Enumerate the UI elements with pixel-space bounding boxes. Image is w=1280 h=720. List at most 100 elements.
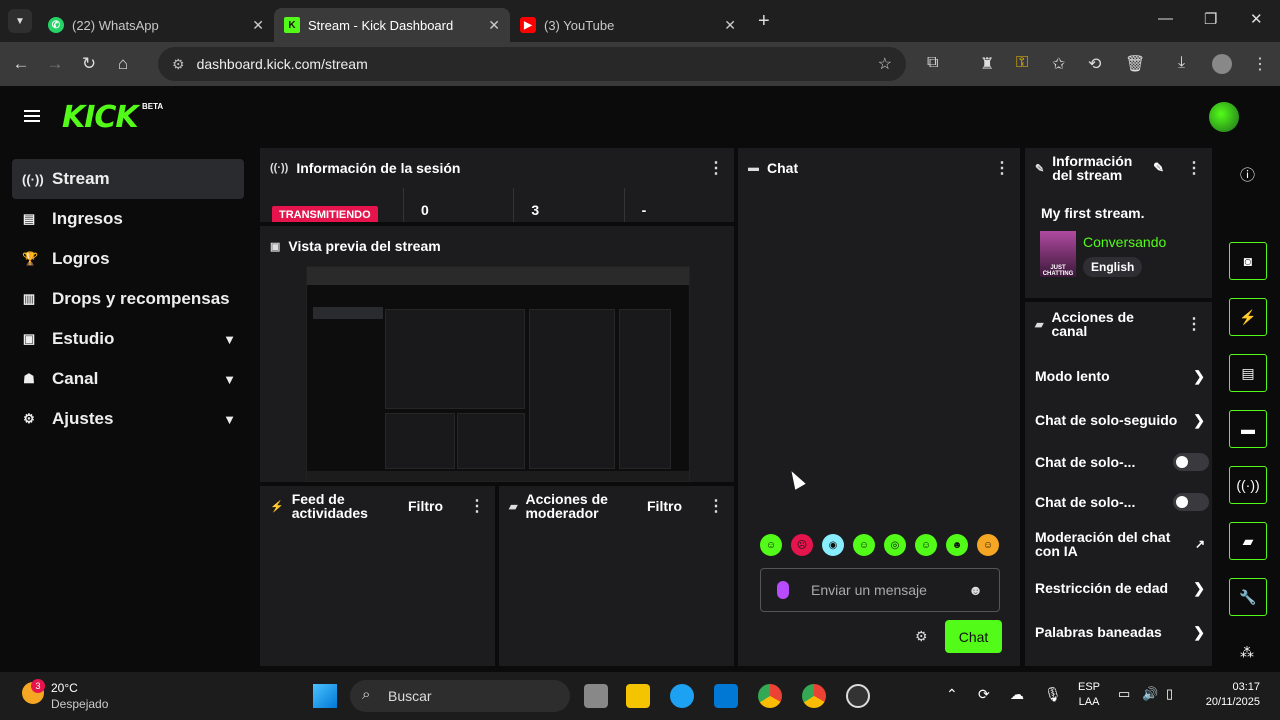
extensions-icon[interactable]: ⧉ (927, 54, 938, 72)
history-icon[interactable]: ⟲ (1088, 54, 1101, 74)
info-icon[interactable]: ⓘ (1240, 164, 1255, 185)
kebab-menu-icon[interactable]: ⋮ (708, 158, 724, 178)
stream-preview-video[interactable] (306, 266, 690, 482)
obs-icon[interactable] (846, 684, 870, 708)
key-icon[interactable]: ⚿ (1016, 54, 1028, 72)
gear-icon: ⚙ (23, 411, 35, 426)
close-icon[interactable]: ✕ (252, 17, 264, 34)
chrome-icon[interactable] (758, 684, 782, 708)
edit-icon[interactable]: ✎ (1153, 160, 1164, 176)
tab-whatsapp[interactable]: ✆ (22) WhatsApp ✕ (38, 8, 274, 42)
sidebar-item-label: Drops y recompensas (52, 289, 230, 308)
site-info-icon[interactable]: ⚙ (172, 56, 185, 73)
home-icon[interactable]: ⌂ (106, 54, 140, 74)
edge-icon[interactable] (670, 684, 694, 708)
tab-search-button[interactable]: ▼ (8, 9, 32, 33)
favorites-icon[interactable]: ✩ (1052, 54, 1065, 74)
sidebar-item-drops[interactable]: ▥ Drops y recompensas (12, 279, 244, 319)
minimize-icon[interactable]: — (1158, 10, 1173, 27)
chat-message-input[interactable]: Enviar un mensaje ☻ (760, 568, 1000, 612)
rail-notes-button[interactable]: ▤ (1229, 354, 1267, 392)
store-icon[interactable] (714, 684, 738, 708)
chrome-profile-icon[interactable] (802, 684, 826, 708)
emote-icon[interactable]: ☻ (946, 534, 968, 556)
emote-icon[interactable]: ☺ (915, 534, 937, 556)
language-indicator[interactable]: ESP LAA (1078, 681, 1100, 708)
bookmark-star-icon[interactable]: ☆ (878, 54, 892, 74)
emoji-icon[interactable]: ☻ (968, 582, 983, 598)
url-field[interactable]: ⚙ dashboard.kick.com/stream ☆ (158, 47, 906, 81)
hamburger-menu-icon[interactable] (24, 110, 40, 122)
reload-icon[interactable]: ↻ (72, 54, 106, 74)
profile-avatar[interactable] (1212, 54, 1232, 74)
filter-button[interactable]: Filtro (647, 498, 682, 514)
kebab-menu-icon[interactable]: ⋮ (708, 496, 724, 516)
sync-icon[interactable]: ⟳ (978, 686, 990, 703)
rail-bolt-button[interactable]: ⚡ (1229, 298, 1267, 336)
action-age-restriction[interactable]: Restricción de edad ❯ (1035, 580, 1205, 597)
toggle-switch[interactable] (1173, 453, 1209, 471)
sidebar-item-estudio[interactable]: ▣ Estudio ▼ (12, 319, 244, 359)
emote-icon[interactable]: ◎ (884, 534, 906, 556)
close-window-icon[interactable]: ✕ (1250, 10, 1263, 28)
action-banned-words[interactable]: Palabras baneadas ❯ (1035, 624, 1205, 641)
sidebar-item-ajustes[interactable]: ⚙ Ajustes ▼ (12, 399, 244, 439)
tray-chevron-icon[interactable]: ⌃ (946, 686, 958, 703)
sidebar-item-canal[interactable]: ☗ Canal ▼ (12, 359, 244, 399)
sidebar-item-logros[interactable]: 🏆 Logros (12, 239, 244, 279)
task-view-icon[interactable] (584, 684, 608, 708)
network-icon[interactable]: ▭ (1118, 686, 1130, 702)
windows-start-icon[interactable] (313, 684, 337, 708)
tab-youtube[interactable]: ▶ (3) YouTube ✕ (510, 8, 746, 42)
action-ai-moderation[interactable]: Moderación del chat con IA ↗ (1035, 530, 1205, 558)
file-explorer-icon[interactable] (626, 684, 650, 708)
new-tab-button[interactable]: + (758, 10, 770, 33)
menu-kebab-icon[interactable]: ⋮ (1252, 54, 1268, 74)
kebab-menu-icon[interactable]: ⋮ (994, 158, 1010, 178)
rail-camera-button[interactable]: ◙ (1229, 242, 1267, 280)
category-name[interactable]: Conversando (1083, 234, 1166, 250)
chat-panel: ▬ Chat ⋮ ☺ ☹ ◉ ☺ ◎ ☺ ☻ ☺ Enviar un mensa… (738, 148, 1020, 666)
kebab-menu-icon[interactable]: ⋮ (469, 496, 485, 516)
volume-icon[interactable]: 🔊 (1142, 686, 1158, 702)
restore-icon[interactable]: ❐ (1204, 10, 1217, 28)
tab-kick-dashboard[interactable]: K Stream - Kick Dashboard ✕ (274, 8, 510, 42)
user-avatar[interactable] (1209, 102, 1239, 132)
sidebar-item-stream[interactable]: ((·)) Stream (12, 159, 244, 199)
clock[interactable]: 03:17 20/11/2025 (1196, 681, 1260, 708)
sidebar-item-ingresos[interactable]: ▤ Ingresos (12, 199, 244, 239)
chat-settings-icon[interactable]: ⚙ (915, 628, 928, 645)
emote-icon[interactable]: ☺ (853, 534, 875, 556)
cloud-icon[interactable]: ☁ (1010, 686, 1024, 703)
rail-wrench-button[interactable]: 🔧 (1229, 578, 1267, 616)
action-slow-mode[interactable]: Modo lento ❯ (1035, 368, 1205, 385)
rail-broadcast-button[interactable]: ((·)) (1229, 466, 1267, 504)
category-thumbnail[interactable]: JUST CHATTING (1040, 231, 1076, 277)
rail-mod-button[interactable]: ▰ (1229, 522, 1267, 560)
back-icon[interactable]: ← (4, 54, 38, 74)
forward-icon[interactable]: → (38, 54, 72, 74)
action-followers-only[interactable]: Chat de solo-seguido ❯ (1035, 412, 1205, 429)
kick-logo[interactable]: KICK (62, 100, 139, 135)
kebab-menu-icon[interactable]: ⋮ (1186, 314, 1202, 334)
emote-icon[interactable]: ☹ (791, 534, 813, 556)
close-icon[interactable]: ✕ (488, 17, 500, 34)
download-icon[interactable]: ⤓ (1178, 54, 1185, 72)
kebab-menu-icon[interactable]: ⋮ (1186, 158, 1202, 178)
trash-icon[interactable]: 🗑 (1125, 54, 1145, 74)
emote-icon[interactable]: ☺ (977, 534, 999, 556)
rail-chat-button[interactable]: ▬ (1229, 410, 1267, 448)
close-icon[interactable]: ✕ (724, 17, 736, 34)
taskbar-search[interactable]: ⌕ Buscar (350, 680, 570, 712)
apps-icon[interactable]: ⁂ (1240, 644, 1254, 661)
battery-icon[interactable]: ▯ (1166, 686, 1173, 702)
filter-button[interactable]: Filtro (408, 498, 443, 514)
emote-icon[interactable]: ☺ (760, 534, 782, 556)
panel-header: ⚡ Feed de actividades Filtro ⋮ (260, 486, 495, 526)
toggle-switch[interactable] (1173, 493, 1209, 511)
microphone-icon[interactable] (777, 581, 789, 599)
incognito-icon[interactable]: ♜ (980, 54, 994, 74)
emote-icon[interactable]: ◉ (822, 534, 844, 556)
chat-send-button[interactable]: Chat (945, 620, 1002, 653)
mic-icon[interactable]: 🎙 (1044, 686, 1062, 703)
